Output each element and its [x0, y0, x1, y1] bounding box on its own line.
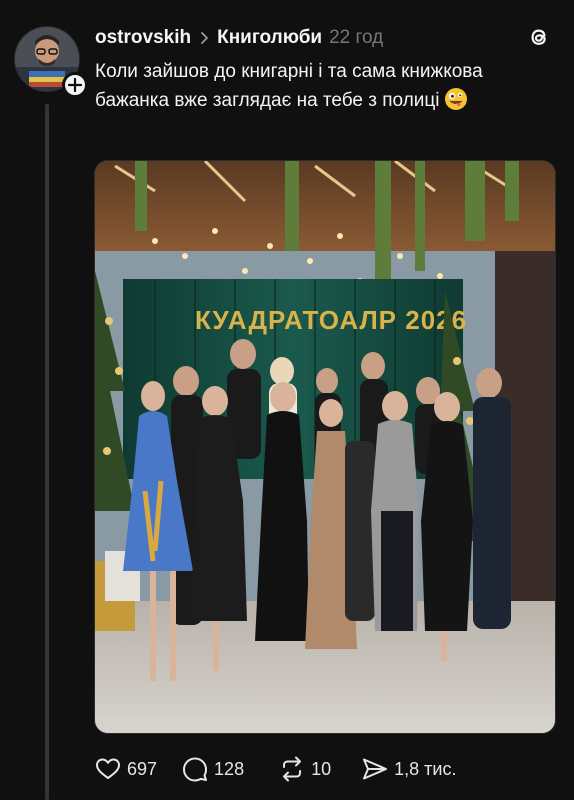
repost-icon	[283, 756, 302, 782]
repost-count: 10	[311, 758, 332, 779]
reply-button[interactable]: 128	[181, 755, 244, 783]
plus-icon	[68, 78, 82, 92]
author-avatar-group[interactable]	[14, 26, 88, 98]
heart-icon	[96, 758, 120, 779]
threads-logo-icon[interactable]	[526, 24, 552, 50]
event-group-photo: КУАДРАТОАЛР 2026	[95, 161, 555, 733]
share-count: 1,8 тис.	[394, 758, 457, 779]
post-body: Коли зайшов до книгарні і та сама книжко…	[95, 61, 483, 111]
post-photo[interactable]: КУАДРАТОАЛР 2026	[94, 160, 556, 734]
like-count: 697	[127, 758, 158, 779]
chevron-right-icon	[200, 31, 209, 45]
comment-icon	[183, 757, 208, 782]
follow-button[interactable]	[62, 72, 88, 98]
like-button[interactable]: 697	[94, 755, 157, 783]
username-link[interactable]: ostrovskih	[95, 27, 191, 49]
banner-text: КУАДРАТОАЛР 2026	[195, 305, 467, 335]
thread-line	[45, 104, 49, 800]
repost-button[interactable]: 10	[278, 755, 331, 783]
share-button[interactable]: 1,8 тис.	[361, 755, 456, 783]
post-time: 22 год	[329, 27, 384, 48]
post-header: ostrovskih Книголюби 22 год	[95, 24, 554, 52]
post-text: Коли зайшов до книгарні і та сама книжко…	[95, 57, 545, 115]
post-actions: 697 128 10 1,8 тис.	[94, 752, 456, 786]
share-icon	[363, 758, 388, 780]
reply-count: 128	[214, 758, 245, 779]
community-link[interactable]: Книголюби	[217, 27, 322, 49]
zany-face-emoji	[444, 88, 467, 110]
